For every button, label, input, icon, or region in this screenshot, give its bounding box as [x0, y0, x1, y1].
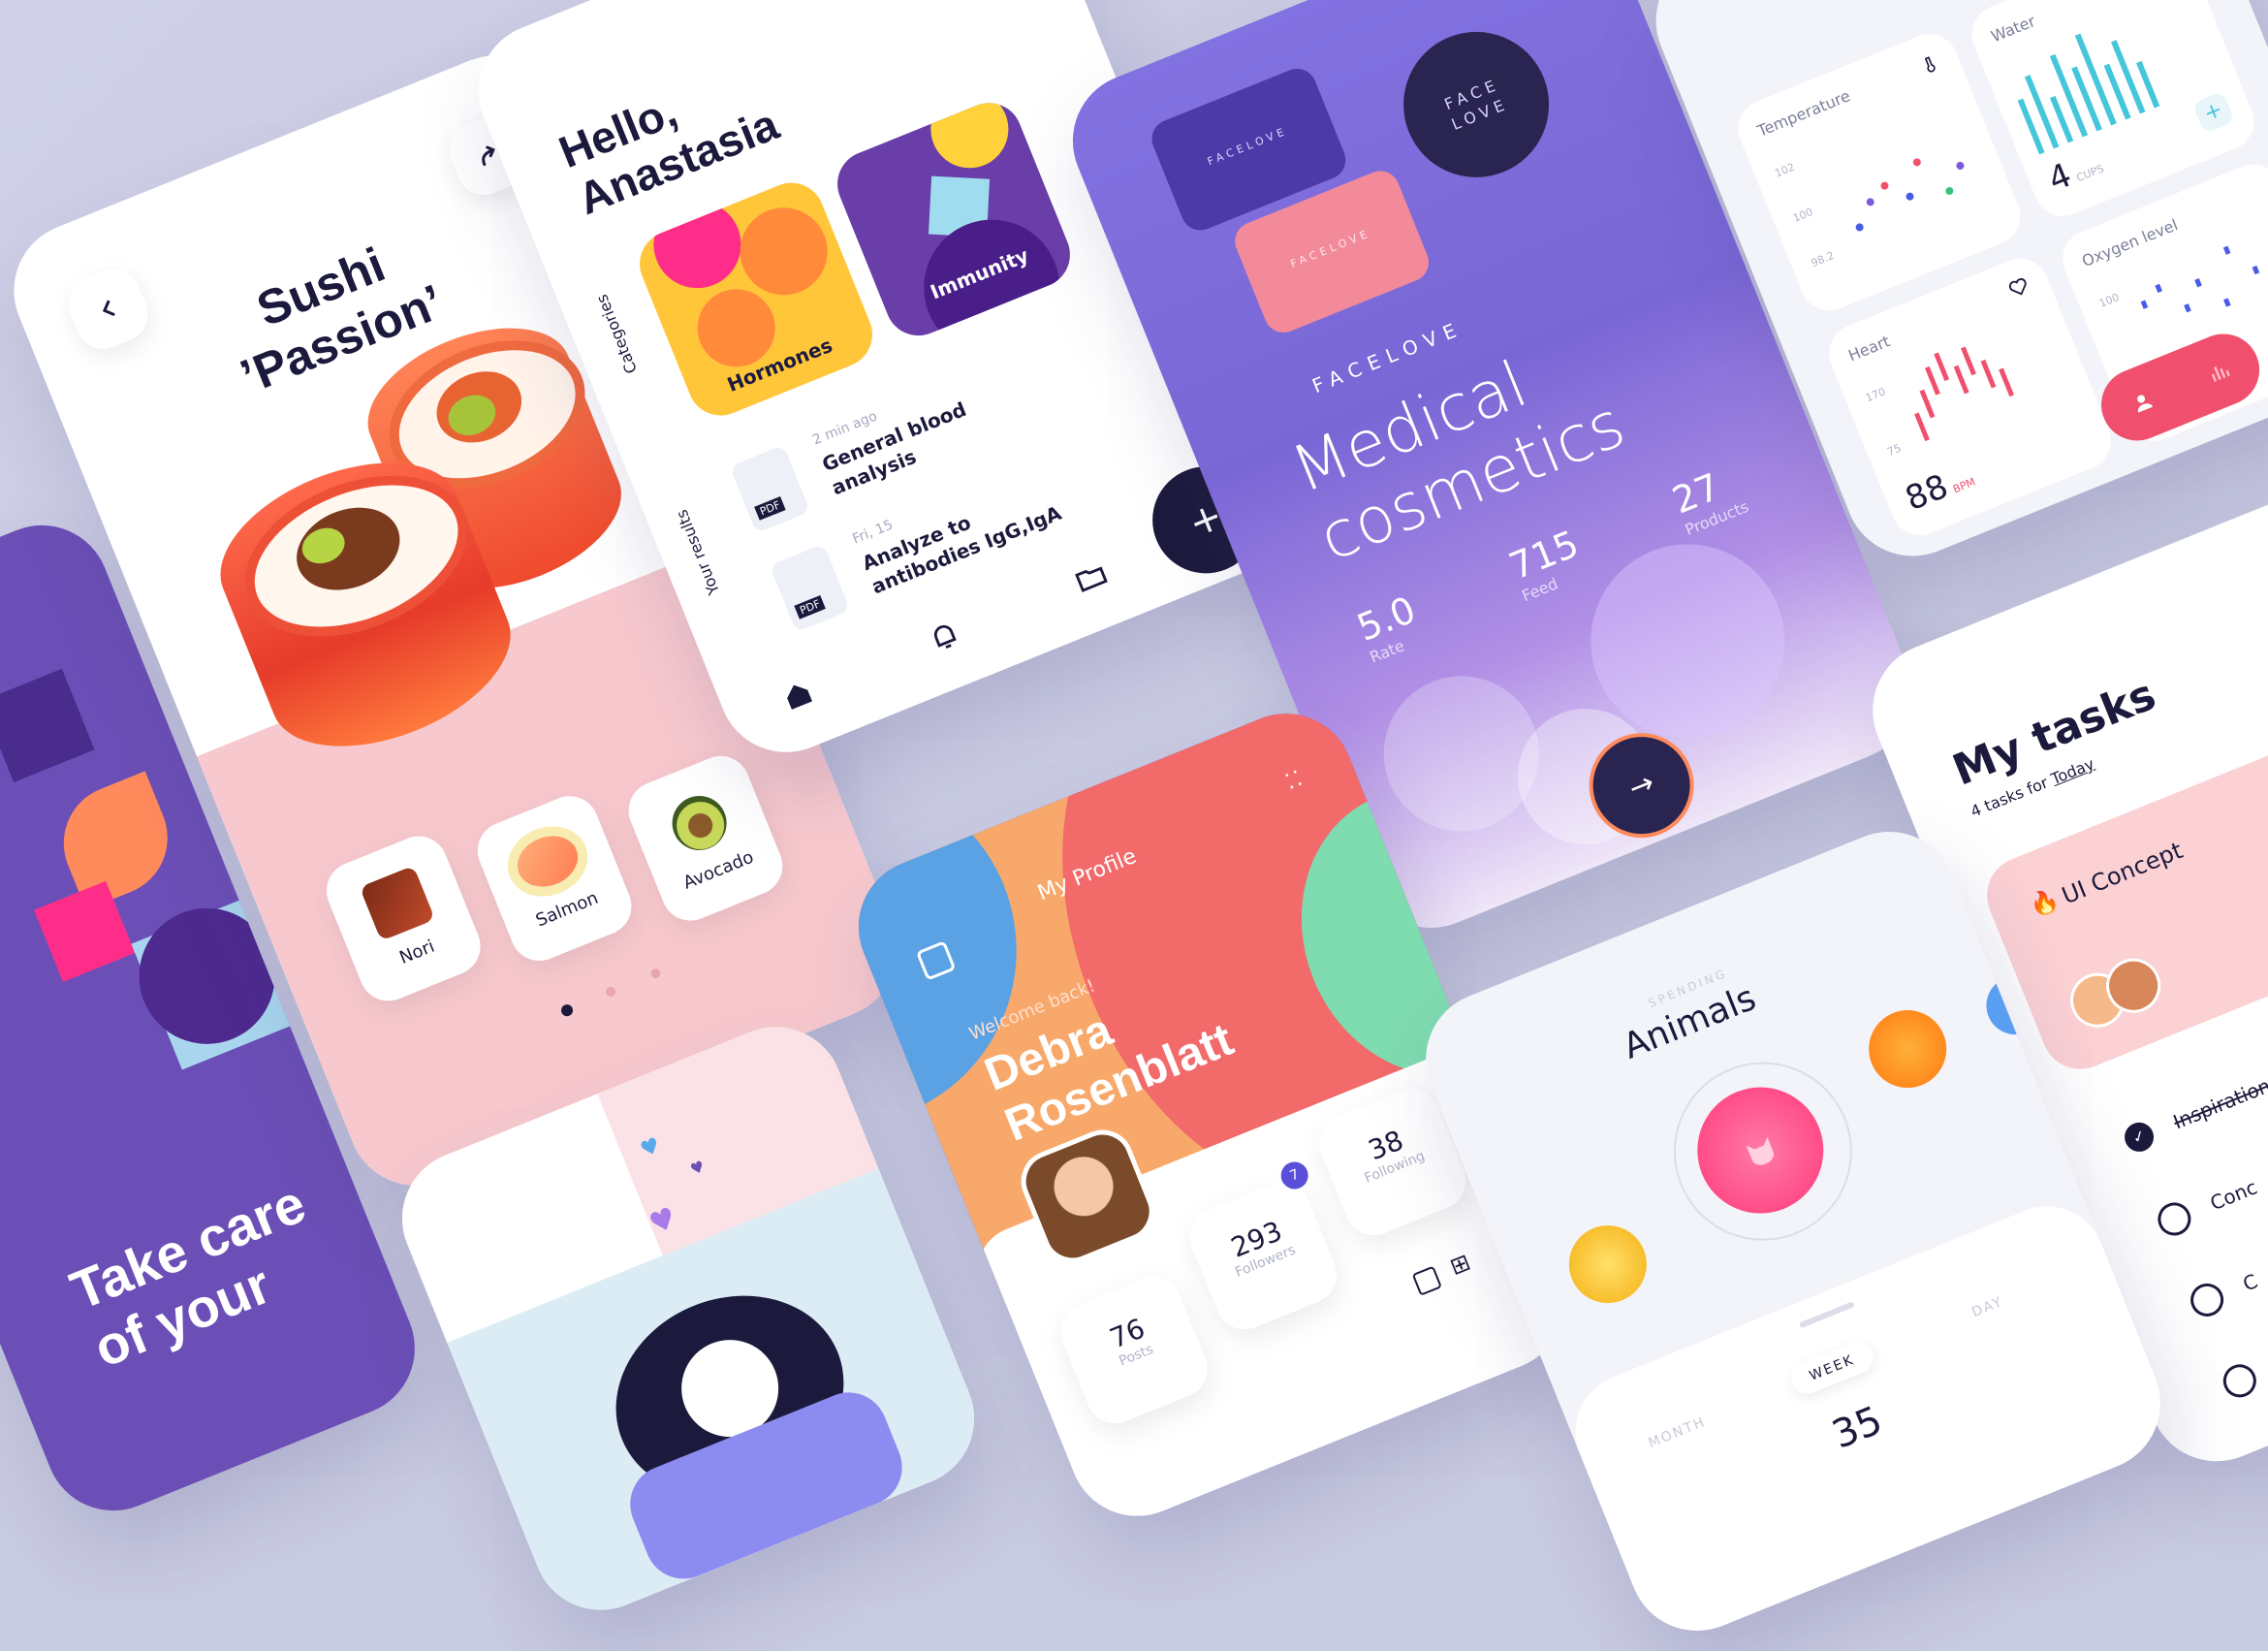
result-title: General blood analysis — [818, 397, 979, 500]
water-value: 4 CUPS — [2043, 143, 2108, 200]
tick-label: 170 — [1863, 385, 1888, 405]
salmon-image — [509, 826, 585, 896]
heart-value: 88 BPM — [1900, 457, 1979, 519]
tile-label: Water — [1988, 11, 2038, 47]
checkbox-checked[interactable]: ✓ — [2120, 1118, 2158, 1157]
heart-rate: 88 — [1900, 466, 1954, 520]
tile-label: Heart — [1845, 332, 1893, 365]
notification-badge: 7 — [1276, 1158, 1312, 1193]
cat-icon — [1746, 1136, 1775, 1165]
ingredient-label: Salmon — [532, 887, 602, 932]
care-title: Take care of your — [62, 1172, 337, 1380]
thermometer-icon — [1924, 56, 1936, 73]
decor-circle — [919, 93, 1021, 180]
task-item[interactable]: ✓ Inspiration — [2120, 1071, 2268, 1157]
tick-label: 75 — [1885, 441, 1904, 459]
tick-label: 102 — [1773, 160, 1797, 180]
period-week[interactable]: WEEK — [1786, 1338, 1877, 1399]
ingredient-label: Nori — [396, 936, 438, 968]
results-label: Your results — [672, 507, 724, 598]
tile-label: Temperature — [1754, 86, 1853, 141]
stat-rate: 5.0 Rate — [1351, 588, 1429, 667]
list-view-icon[interactable] — [1411, 1265, 1442, 1296]
home-icon[interactable] — [776, 674, 819, 716]
task-label: Conc — [2206, 1175, 2261, 1216]
heart-unit: BPM — [1951, 475, 1977, 496]
period-day[interactable]: DAY — [1969, 1294, 2005, 1320]
decor-square — [0, 668, 95, 782]
categories-label: Categories — [592, 292, 642, 377]
stat-posts[interactable]: 76 Posts — [1052, 1267, 1216, 1433]
water-unit: CUPS — [2074, 162, 2106, 185]
period-panel: MONTH WEEK DAY 35 — [1558, 1189, 2181, 1651]
ingredient-label: Avocado — [679, 846, 757, 894]
tick-label: 100 — [2097, 290, 2122, 310]
tick-label: 100 — [1791, 205, 1815, 225]
heart-icon — [2008, 278, 2027, 296]
arrow-right-icon: → — [1623, 765, 1659, 807]
task-label: Inspiration — [2169, 1073, 2268, 1134]
category-orange[interactable] — [1857, 998, 1959, 1100]
temperature-dots — [1855, 158, 1965, 232]
jar-brand: FACELOVE — [1288, 226, 1373, 270]
decor-circle — [640, 187, 755, 302]
category-hormones[interactable]: Hormones — [629, 173, 883, 426]
spending-amount: 35 — [1826, 1398, 1889, 1458]
folder-icon[interactable] — [1069, 556, 1112, 598]
add-water-button[interactable]: + — [2191, 90, 2235, 135]
checkbox[interactable] — [2185, 1278, 2229, 1322]
task-item[interactable]: Conc — [2153, 1171, 2262, 1241]
decor-leaf — [46, 771, 185, 910]
fire-icon: 🔥 — [2026, 884, 2063, 921]
chevron-left-icon — [102, 300, 115, 316]
avocado-image — [663, 787, 735, 858]
tile-label: Oxygen level — [2079, 215, 2181, 271]
task-label: C — [2239, 1269, 2261, 1296]
category-immunity[interactable]: Immunity — [827, 93, 1081, 346]
stat-followers[interactable]: 293 Followers 7 — [1181, 1158, 1346, 1339]
task-item[interactable]: C — [2185, 1265, 2262, 1322]
pdf-icon — [769, 543, 851, 632]
bell-icon[interactable] — [923, 615, 965, 657]
user-icon — [2136, 395, 2153, 413]
checkbox[interactable] — [2218, 1359, 2261, 1403]
nori-image — [359, 865, 435, 941]
tick-label: 98.2 — [1809, 248, 1837, 270]
drag-handle[interactable] — [1798, 1301, 1855, 1329]
jar-lid: FACE LOVE — [1381, 10, 1571, 200]
category-yellow[interactable] — [1557, 1214, 1658, 1316]
jar-brand: FACELOVE — [1205, 124, 1290, 169]
heart-bars — [1914, 346, 2015, 442]
checkbox[interactable] — [2153, 1197, 2196, 1241]
period-month[interactable]: MONTH — [1646, 1414, 1708, 1451]
chart-icon — [2211, 366, 2230, 383]
today-link[interactable]: Today — [2048, 754, 2096, 788]
concept-label: UI Concept — [2058, 837, 2187, 910]
grid-view-icon[interactable]: ⊞ — [1446, 1248, 1474, 1280]
stat-products: 27 Products — [1666, 458, 1751, 540]
pdf-icon — [729, 444, 811, 533]
stat-feed: 715 Feed — [1503, 523, 1591, 606]
task-item[interactable] — [2218, 1359, 2261, 1403]
water-count: 4 — [2042, 155, 2077, 200]
back-button[interactable] — [60, 261, 157, 358]
